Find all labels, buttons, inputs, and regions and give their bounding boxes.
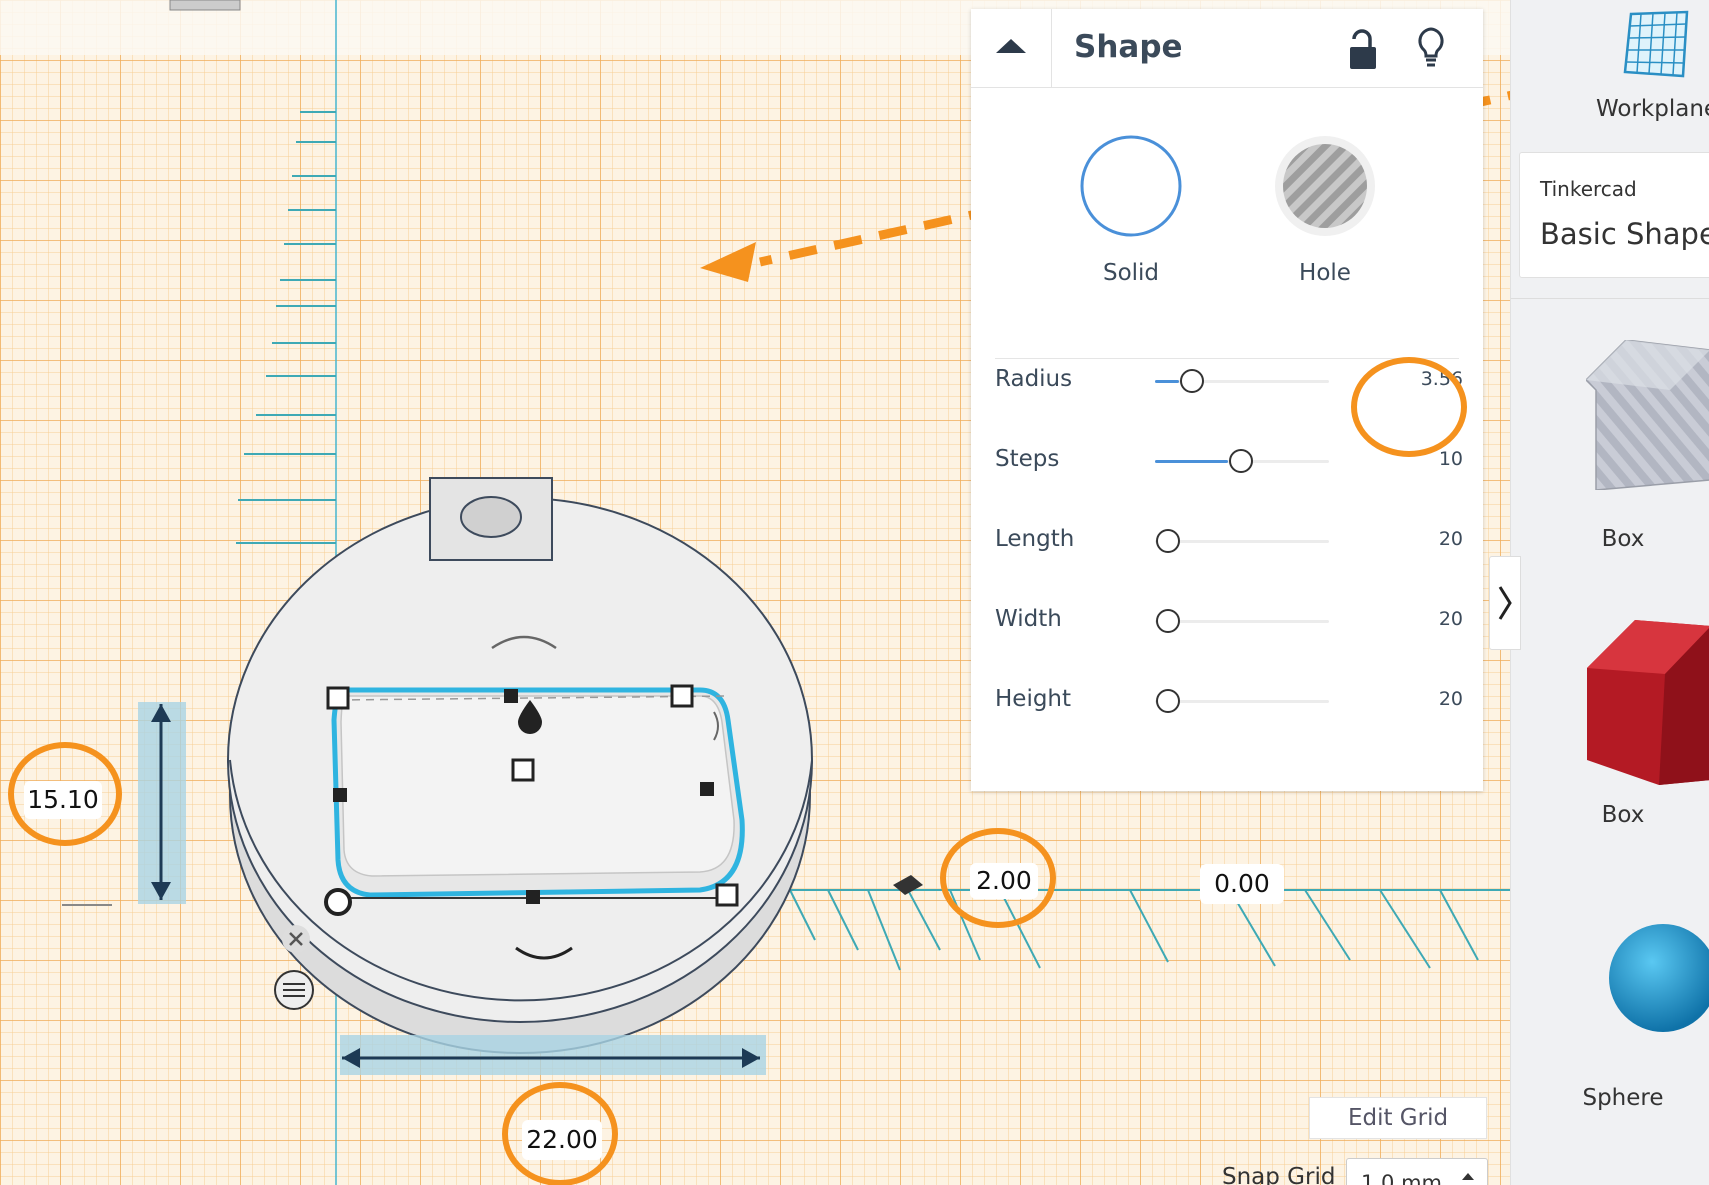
- snap-grid-value: 1.0 mm: [1361, 1171, 1442, 1185]
- library-brand: Tinkercad: [1540, 177, 1637, 201]
- snap-grid-select[interactable]: 1.0 mm: [1346, 1158, 1488, 1185]
- shape-inspector: Shape Solid Hole Radius 3.56 Steps 10 Length…: [971, 9, 1483, 791]
- slider-fill: [1155, 380, 1180, 383]
- slider-thumb[interactable]: [1156, 689, 1180, 713]
- corner-handle-bottom-right: [715, 883, 739, 907]
- delete-icon[interactable]: [282, 925, 310, 953]
- edge-handle-bottom: [526, 890, 540, 904]
- unlock-icon: [1350, 29, 1376, 69]
- library-name: Basic Shapes: [1540, 217, 1709, 251]
- slider-thumb[interactable]: [1156, 529, 1180, 553]
- lightbulb-button[interactable]: [1411, 25, 1451, 71]
- keychain-hole: [460, 496, 522, 538]
- chevron-right-icon: [1498, 586, 1512, 620]
- workplane-label[interactable]: Workplane: [1596, 96, 1709, 122]
- caret-up-icon: [996, 39, 1026, 53]
- property-row-length: Length 20: [971, 511, 1483, 571]
- collapse-button[interactable]: [971, 9, 1052, 87]
- property-label: Width: [995, 606, 1062, 632]
- snap-grid-label: Snap Grid: [1222, 1164, 1336, 1185]
- hole-striped-icon: [1275, 136, 1375, 236]
- shape-tile-sphere[interactable]: [1603, 922, 1709, 1032]
- inspector-title: Shape: [1074, 29, 1183, 65]
- property-slider[interactable]: [1155, 449, 1329, 473]
- menu-icon[interactable]: [274, 970, 314, 1010]
- hole-label: Hole: [1299, 260, 1351, 286]
- edit-grid-button[interactable]: Edit Grid: [1309, 1097, 1487, 1139]
- corner-handle-top-right: [670, 684, 694, 708]
- corner-handle-bottom-left: [324, 888, 352, 916]
- edge-handle-left: [333, 788, 347, 802]
- elevation-value: 2.00: [976, 866, 1032, 895]
- property-row-height: Height 20: [971, 671, 1483, 731]
- solid-circle-icon: [1080, 135, 1182, 237]
- property-value[interactable]: 20: [1439, 688, 1463, 710]
- slider-fill: [1155, 460, 1229, 463]
- sphere-icon: [1609, 924, 1709, 1032]
- height-handle: [511, 758, 535, 782]
- shape-library-select[interactable]: Tinkercad Basic Shapes: [1519, 152, 1709, 278]
- property-row-steps: Steps 10: [971, 431, 1483, 491]
- edge-handle-right: [700, 782, 714, 796]
- shape-label-box: Box: [1601, 802, 1645, 828]
- sidebar-divider: [1511, 298, 1709, 299]
- offset-value-box[interactable]: 0.00: [1200, 864, 1284, 904]
- solid-toggle[interactable]: [1079, 134, 1183, 238]
- property-value[interactable]: 3.56: [1421, 368, 1463, 390]
- property-value[interactable]: 10: [1439, 448, 1463, 470]
- width-dimension-bar: [340, 1035, 766, 1075]
- solid-label: Solid: [1102, 260, 1160, 286]
- shape-tile-box-hole[interactable]: [1584, 339, 1709, 491]
- property-value[interactable]: 20: [1439, 608, 1463, 630]
- box-icon: [1587, 620, 1709, 785]
- corner-handle-top-left: [326, 686, 350, 710]
- shapes-sidebar: Workplane Tinkercad Basic Shapes Box Box…: [1510, 0, 1709, 1185]
- lock-button[interactable]: [1344, 27, 1384, 71]
- elevation-value-box[interactable]: 2.00: [970, 863, 1038, 899]
- shape-tile-box[interactable]: [1587, 620, 1709, 785]
- slider-thumb[interactable]: [1229, 449, 1254, 473]
- property-slider[interactable]: [1155, 529, 1329, 553]
- hole-toggle[interactable]: [1273, 134, 1377, 238]
- property-label: Radius: [995, 366, 1073, 392]
- shape-label-sphere: Sphere: [1582, 1085, 1664, 1111]
- property-slider[interactable]: [1155, 609, 1329, 633]
- width-value-box[interactable]: 22.00: [522, 1120, 602, 1160]
- inspector-header: Shape: [971, 9, 1483, 88]
- workplane-grid-icon[interactable]: [1621, 8, 1693, 80]
- property-slider[interactable]: [1155, 369, 1329, 393]
- slider-thumb[interactable]: [1156, 609, 1180, 633]
- property-label: Length: [995, 526, 1075, 552]
- lightbulb-icon: [1418, 27, 1444, 67]
- caret-up-icon: [1462, 1173, 1474, 1180]
- height-value-box[interactable]: 15.10: [24, 781, 102, 819]
- box-hole-icon: [1584, 339, 1709, 491]
- slider-thumb[interactable]: [1180, 369, 1205, 393]
- sidebar-toggle-button[interactable]: [1489, 556, 1521, 650]
- shape-label-box-hole: Box: [1601, 526, 1645, 552]
- property-label: Steps: [995, 446, 1060, 472]
- edge-handle-top: [504, 689, 518, 703]
- width-value: 22.00: [526, 1125, 598, 1154]
- toolbar-fragment: [169, 0, 241, 11]
- property-row-radius: Radius 3.56: [971, 351, 1483, 411]
- property-value[interactable]: 20: [1439, 528, 1463, 550]
- property-slider[interactable]: [1155, 689, 1329, 713]
- property-row-width: Width 20: [971, 591, 1483, 651]
- offset-value: 0.00: [1214, 869, 1270, 898]
- height-value: 15.10: [27, 785, 99, 814]
- property-label: Height: [995, 686, 1072, 712]
